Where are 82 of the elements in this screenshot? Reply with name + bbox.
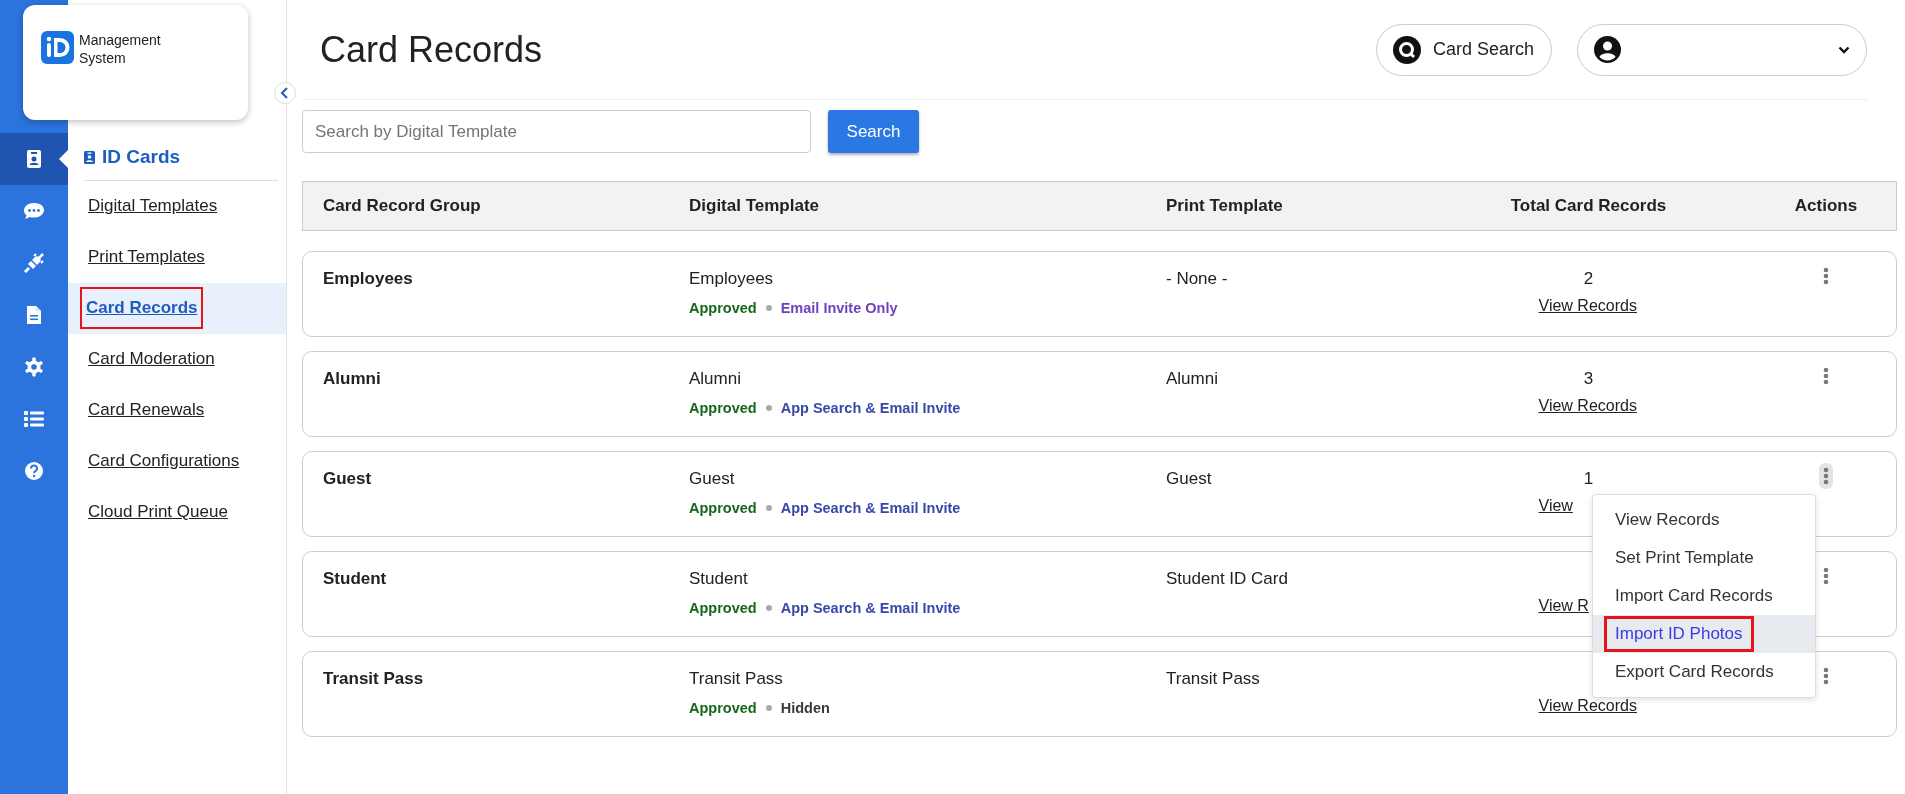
view-records-link[interactable]: View R bbox=[1538, 597, 1589, 614]
nav-link[interactable]: Card Renewals bbox=[84, 391, 209, 429]
nav-link[interactable]: Cloud Print Queue bbox=[84, 493, 232, 531]
help-icon bbox=[24, 461, 44, 481]
nav-link[interactable]: Card Configurations bbox=[84, 442, 244, 480]
list-icon bbox=[23, 410, 45, 428]
section-title: ID Cards bbox=[102, 145, 181, 169]
invoice-icon bbox=[26, 305, 42, 325]
print-template-name: Transit Pass bbox=[1166, 669, 1260, 688]
separator-dot bbox=[765, 605, 772, 612]
group-name: Alumni bbox=[323, 369, 381, 388]
menu-item[interactable]: Import ID Photos bbox=[1593, 615, 1815, 653]
more-options-button[interactable] bbox=[1822, 366, 1830, 386]
more-options-button[interactable] bbox=[1822, 566, 1830, 586]
approval-status: Approved bbox=[689, 398, 757, 418]
more-options-button[interactable] bbox=[1822, 666, 1830, 686]
column-header: Digital Template bbox=[689, 196, 820, 216]
visibility-status: Hidden bbox=[780, 698, 830, 718]
template-name: Student bbox=[689, 569, 748, 588]
view-records-link[interactable]: View Records bbox=[1538, 697, 1637, 714]
menu-item[interactable]: View Records bbox=[1593, 501, 1815, 539]
group-name: Guest bbox=[323, 469, 372, 488]
plug-icon bbox=[23, 252, 45, 274]
record-count: 2 bbox=[1583, 269, 1594, 288]
print-template-name: Guest bbox=[1166, 469, 1212, 488]
column-header: Print Template bbox=[1166, 196, 1283, 216]
view-records-link[interactable]: View Records bbox=[1538, 297, 1637, 314]
template-name: Guest bbox=[689, 469, 735, 488]
search-icon bbox=[1393, 35, 1421, 64]
nav-link[interactable]: Card Moderation bbox=[84, 340, 219, 378]
menu-item[interactable]: Export Card Records bbox=[1593, 653, 1815, 691]
separator-dot bbox=[765, 705, 772, 712]
column-header: Actions bbox=[1794, 195, 1858, 218]
template-name: Alumni bbox=[689, 369, 741, 388]
id-card-icon bbox=[26, 149, 42, 169]
approval-status: Approved bbox=[689, 598, 757, 618]
chat-icon bbox=[23, 202, 45, 220]
group-name: Employees bbox=[323, 269, 413, 288]
logo-text: Management System bbox=[79, 31, 161, 67]
group-name: Student bbox=[323, 569, 387, 588]
record-count: 1 bbox=[1583, 469, 1594, 488]
visibility-status: App Search & Email Invite bbox=[780, 598, 961, 618]
separator-dot bbox=[765, 505, 772, 512]
page-title: Card Records bbox=[320, 27, 543, 72]
more-options-button[interactable] bbox=[1822, 466, 1830, 486]
print-template-name: Student ID Card bbox=[1166, 569, 1288, 588]
menu-item[interactable]: Import Card Records bbox=[1593, 577, 1815, 615]
nav-link[interactable]: Card Records bbox=[80, 287, 204, 329]
approval-status: Approved bbox=[689, 498, 757, 518]
nav-link[interactable]: Digital Templates bbox=[84, 187, 222, 225]
collapse-button[interactable] bbox=[274, 82, 296, 104]
separator-dot bbox=[765, 305, 772, 312]
template-name: Transit Pass bbox=[689, 669, 783, 688]
column-header: Card Record Group bbox=[323, 196, 481, 216]
column-header: Total Card Records bbox=[1510, 195, 1667, 218]
rail-button[interactable] bbox=[0, 133, 68, 185]
profile-dropdown[interactable] bbox=[1577, 23, 1867, 76]
id-card-icon bbox=[84, 150, 95, 164]
approval-status: Approved bbox=[689, 298, 757, 318]
approval-status: Approved bbox=[689, 698, 757, 718]
visibility-status: Email Invite Only bbox=[780, 298, 898, 318]
visibility-status: App Search & Email Invite bbox=[780, 398, 961, 418]
logo-icon bbox=[41, 31, 74, 64]
record-count: 3 bbox=[1583, 369, 1594, 388]
nav-link[interactable]: Print Templates bbox=[84, 238, 209, 276]
print-template-name: Alumni bbox=[1166, 369, 1218, 388]
more-options-button[interactable] bbox=[1822, 266, 1830, 286]
print-template-name: - None - bbox=[1166, 269, 1228, 288]
settings-icon bbox=[24, 357, 44, 377]
visibility-status: App Search & Email Invite bbox=[780, 498, 961, 518]
search-button[interactable]: Search bbox=[828, 110, 919, 153]
group-name: Transit Pass bbox=[323, 669, 424, 688]
separator-dot bbox=[765, 405, 772, 412]
template-name: Employees bbox=[689, 269, 774, 288]
search-field[interactable]: Search by Digital Template bbox=[302, 110, 811, 153]
chevron-down-icon bbox=[1838, 45, 1850, 54]
view-records-link[interactable]: View bbox=[1538, 497, 1573, 514]
chevron-left-icon bbox=[280, 87, 290, 99]
view-records-link[interactable]: View Records bbox=[1538, 397, 1637, 414]
menu-item[interactable]: Set Print Template bbox=[1593, 539, 1815, 577]
user-avatar-icon bbox=[1594, 36, 1621, 63]
card-search-button[interactable]: Card Search bbox=[1376, 23, 1552, 76]
